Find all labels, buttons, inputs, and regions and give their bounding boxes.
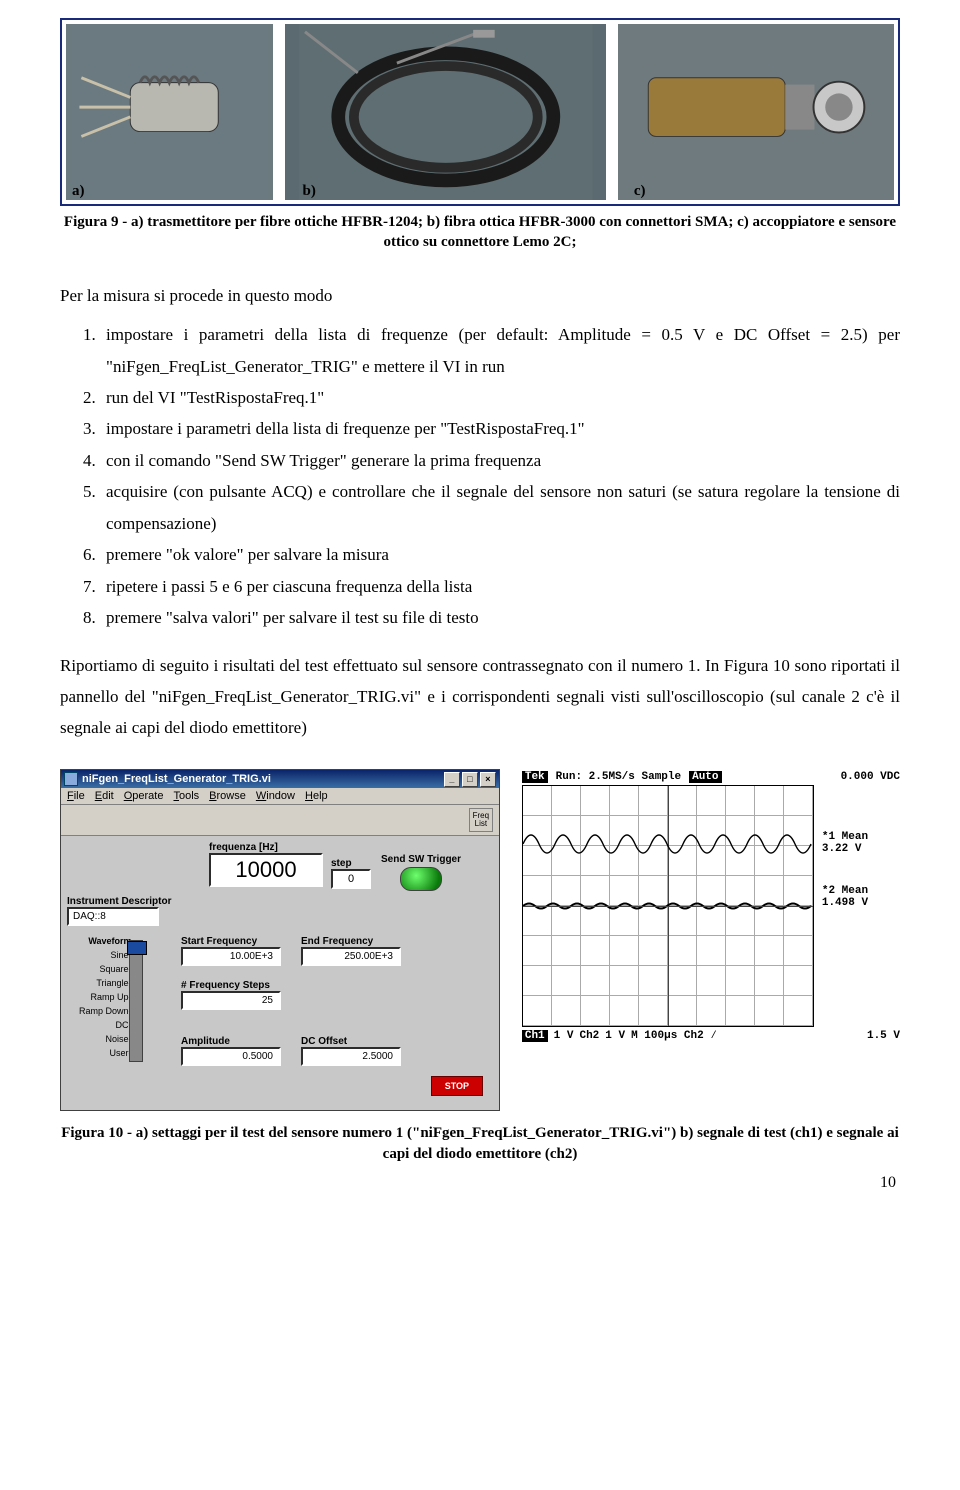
step-2: run del VI "TestRispostaFreq.1" <box>100 382 900 413</box>
instr-label: Instrument Descriptor <box>67 896 171 907</box>
menu-file[interactable]: File <box>67 790 85 802</box>
scope-vdc: 0.000 VDC <box>841 771 900 783</box>
ch2v: 1 V <box>605 1030 625 1042</box>
toolbar: Freq List <box>61 805 499 836</box>
wf-triangle: Triangle- <box>79 978 132 992</box>
procedure-list: impostare i parametri della lista di fre… <box>60 319 900 633</box>
step-4: con il comando "Send SW Trigger" generar… <box>100 445 900 476</box>
photo-transmitter <box>66 24 273 200</box>
wf-rampup: Ramp Up- <box>79 992 132 1006</box>
wf-dc: DC- <box>79 1020 132 1034</box>
front-panel: frequenza [Hz] 10000 step 0 Send SW Trig… <box>61 836 499 1110</box>
wf-noise: Noise- <box>79 1034 132 1048</box>
scope-brand: Tek <box>522 771 548 783</box>
endf-field[interactable]: 250.00E+3 <box>301 947 401 966</box>
step-label: step <box>331 858 371 869</box>
mean2-label: *2 Mean <box>822 885 868 897</box>
ch1-badge: Ch1 <box>522 1030 548 1042</box>
dco-label: DC Offset <box>301 1036 401 1047</box>
photo-coupler <box>618 24 894 200</box>
waveform-labels: Waveform Sine- Square- Triangle- Ramp Up… <box>79 936 132 1062</box>
window-title: niFgen_FreqList_Generator_TRIG.vi <box>82 773 442 785</box>
freq-display: 10000 <box>209 853 323 887</box>
send-trigger-button[interactable] <box>400 867 442 891</box>
ch1v: 1 V <box>554 1030 574 1042</box>
wf-user: User- <box>79 1048 132 1062</box>
freqlist-icon[interactable]: Freq List <box>469 808 493 832</box>
step-6: premere "ok valore" per salvare la misur… <box>100 539 900 570</box>
labview-window: niFgen_FreqList_Generator_TRIG.vi _ □ × … <box>60 769 500 1111</box>
scope-grid <box>522 785 814 1027</box>
amp-field[interactable]: 0.5000 <box>181 1047 281 1066</box>
mean2-value: 1.498 V <box>822 897 868 909</box>
waveform-slider[interactable] <box>129 940 143 1062</box>
startf-label: Start Frequency <box>181 936 281 947</box>
menu-help[interactable]: Help <box>305 790 328 802</box>
figure9-caption: Figura 9 - a) trasmettitore per fibre ot… <box>60 212 900 253</box>
wf-sine: Sine- <box>79 950 132 964</box>
oscilloscope-screenshot: Tek Run: 2.5MS/s Sample Auto 0.000 VDC <box>522 769 900 1042</box>
menubar[interactable]: File Edit Operate Tools Browse Window He… <box>61 788 499 805</box>
instr-field[interactable]: DAQ::8 <box>67 907 159 926</box>
waveform-heading: Waveform <box>79 936 132 950</box>
step-8: premere "salva valori" per salvare il te… <box>100 602 900 633</box>
slider-thumb[interactable] <box>127 941 147 955</box>
dco-field[interactable]: 2.5000 <box>301 1047 401 1066</box>
titlebar[interactable]: niFgen_FreqList_Generator_TRIG.vi _ □ × <box>61 770 499 788</box>
results-paragraph: Riportiamo di seguito i risultati del te… <box>60 651 900 743</box>
trace-ch1 <box>523 824 813 854</box>
step-3: impostare i parametri della lista di fre… <box>100 413 900 444</box>
menu-browse[interactable]: Browse <box>209 790 246 802</box>
step-display: 0 <box>331 869 371 889</box>
intro-text: Per la misura si procede in questo modo <box>60 281 900 312</box>
figure-10-row: niFgen_FreqList_Generator_TRIG.vi _ □ × … <box>60 769 900 1111</box>
wf-square: Square- <box>79 964 132 978</box>
startf-field[interactable]: 10.00E+3 <box>181 947 281 966</box>
app-icon <box>64 772 78 786</box>
endf-label: End Frequency <box>301 936 401 947</box>
menu-operate[interactable]: Operate <box>124 790 164 802</box>
page-number: 10 <box>60 1174 900 1192</box>
step-5: acquisire (con pulsante ACQ) e controlla… <box>100 476 900 539</box>
timebase: M 100µs Ch2 ⁄ <box>631 1030 717 1042</box>
trigger-label: Send SW Trigger <box>381 854 461 865</box>
step-7: ripetere i passi 5 e 6 per ciascuna freq… <box>100 571 900 602</box>
maximize-button[interactable]: □ <box>462 772 478 787</box>
close-button[interactable]: × <box>480 772 496 787</box>
mean1-value: 3.22 V <box>822 843 868 855</box>
figure-9-photos: a) b) c) <box>60 18 900 206</box>
stop-button[interactable]: STOP <box>431 1076 483 1096</box>
figure10-caption: Figura 10 - a) settaggi per il test del … <box>60 1123 900 1164</box>
menu-edit[interactable]: Edit <box>95 790 114 802</box>
scope-run: Run: 2.5MS/s Sample <box>556 771 681 783</box>
trig-level: 1.5 V <box>867 1030 900 1042</box>
nsteps-label: # Frequency Steps <box>181 980 281 991</box>
mean1-label: *1 Mean <box>822 831 868 843</box>
amp-label: Amplitude <box>181 1036 281 1047</box>
photo-fiber-coil <box>285 24 607 200</box>
minimize-button[interactable]: _ <box>444 772 460 787</box>
scope-auto: Auto <box>689 771 721 783</box>
step-1: impostare i parametri della lista di fre… <box>100 319 900 382</box>
ch2-badge: Ch2 <box>579 1030 599 1042</box>
menu-window[interactable]: Window <box>256 790 295 802</box>
trace-ch2 <box>523 900 813 912</box>
freq-label: frequenza [Hz] <box>209 842 323 853</box>
wf-rampdown: Ramp Down- <box>79 1006 132 1020</box>
nsteps-field[interactable]: 25 <box>181 991 281 1010</box>
menu-tools[interactable]: Tools <box>173 790 199 802</box>
